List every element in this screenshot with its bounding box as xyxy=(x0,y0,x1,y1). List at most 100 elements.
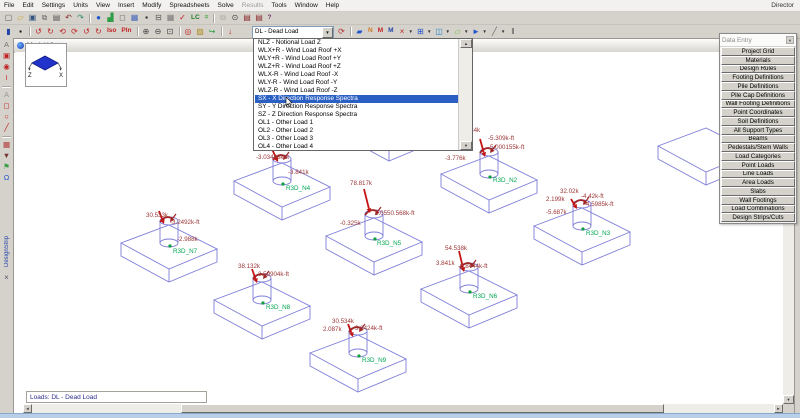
beam-chart-icon[interactable]: ▟ xyxy=(105,13,116,24)
scroll-down-icon[interactable]: ▼ xyxy=(783,395,794,404)
data-entry-design-rules[interactable]: Design Rules xyxy=(721,65,795,74)
data-entry-titlebar[interactable]: Data Entry ▼ xyxy=(720,34,796,47)
equals-icon[interactable]: = xyxy=(203,13,211,24)
clone-view-icon[interactable]: ↪ xyxy=(207,26,218,37)
moment-x-icon[interactable]: M xyxy=(376,26,385,37)
design-cut-icon[interactable]: × xyxy=(4,273,9,282)
pencil-menu-icon[interactable]: ╱ xyxy=(489,26,500,37)
load-case-option[interactable]: WLY+R - Wind Load Roof +Y xyxy=(255,55,459,63)
data-entry-load-combinations[interactable]: Load Combinations xyxy=(721,205,795,214)
menu-spreadsheets[interactable]: Spreadsheets xyxy=(165,2,213,9)
zoom-window-icon[interactable]: ⊡ xyxy=(165,26,176,37)
new-file-icon[interactable]: ▢ xyxy=(3,13,14,24)
manual-book-icon[interactable]: ▤ xyxy=(253,13,264,24)
data-entry-all-support-types[interactable]: All Support Types xyxy=(721,126,795,135)
node-label-icon[interactable]: N xyxy=(366,26,375,37)
dimension-menu-icon-caret[interactable]: ▼ xyxy=(445,29,449,34)
pointer-menu-icon-caret[interactable]: ▼ xyxy=(482,29,486,34)
rotate-down-icon[interactable]: ⟳ xyxy=(69,26,80,37)
apply-loads-icon[interactable]: ↓ xyxy=(225,26,236,37)
moment-z-icon[interactable]: M xyxy=(386,26,395,37)
data-entry-wall-footings[interactable]: Wall Footings xyxy=(721,196,795,205)
data-entry-pile-cap-definitions[interactable]: Pile Cap Definitions xyxy=(721,91,795,100)
zoom-in-icon[interactable]: ⊕ xyxy=(141,26,152,37)
design-strip-vertical-label[interactable]: DesignStrip xyxy=(4,236,10,267)
annotate-text-icon[interactable]: A xyxy=(1,40,12,50)
menu-edit[interactable]: Edit xyxy=(18,2,37,9)
data-entry-area-loads[interactable]: Area Loads xyxy=(721,178,795,187)
modify-pedestal-icon[interactable]: ○ xyxy=(1,112,12,122)
render-view-icon[interactable]: ▪ xyxy=(141,13,152,24)
load-case-option[interactable]: WLX-R - Wind Load Roof -X xyxy=(255,71,459,79)
data-entry-wall-footing-definitions[interactable]: Wall Footing Definitions xyxy=(721,100,795,109)
solve-check-icon[interactable]: ✓ xyxy=(177,13,188,24)
menu-insert[interactable]: Insert xyxy=(114,2,138,9)
load-case-option[interactable]: OL1 - Other Load 1 xyxy=(255,119,459,127)
data-entry-materials[interactable]: Materials xyxy=(721,56,795,65)
open-folder-icon[interactable]: ▱ xyxy=(15,13,26,24)
copy-disabled-icon[interactable]: ⧉ xyxy=(217,13,228,24)
snapshot-icon[interactable]: ▪ xyxy=(15,26,26,37)
plan-view-button[interactable]: Pln xyxy=(119,26,133,37)
menu-view[interactable]: View xyxy=(92,2,114,9)
modify-footing-icon[interactable]: ◻ xyxy=(1,101,12,111)
menu-units[interactable]: Units xyxy=(69,2,92,9)
combobox-arrow-icon[interactable]: ▼ xyxy=(322,27,333,38)
spin-cw-icon[interactable]: ↻ xyxy=(93,26,104,37)
solve-lc-icon[interactable]: LC xyxy=(189,13,202,24)
data-entry-load-categories[interactable]: Load Categories xyxy=(721,152,795,161)
scroll-left-icon[interactable]: ◄ xyxy=(23,404,32,413)
load-case-option[interactable]: NLZ - Notional Load Z xyxy=(255,39,459,47)
pointer-menu-icon[interactable]: ► xyxy=(470,26,481,37)
menu-settings[interactable]: Settings xyxy=(38,2,70,9)
help-icon[interactable]: ? xyxy=(265,13,273,24)
save-icon[interactable]: ▣ xyxy=(27,13,38,24)
code-book-icon[interactable]: ▤ xyxy=(241,13,252,24)
spin-ccw-icon[interactable]: ↺ xyxy=(81,26,92,37)
dropdown-scroll-down-icon[interactable]: ▼ xyxy=(460,141,472,150)
modify-text-icon[interactable]: A xyxy=(1,90,12,100)
selection-box-icon[interactable]: ◻ xyxy=(117,13,128,24)
unlock-icon[interactable]: Ω xyxy=(1,173,12,183)
load-case-option[interactable]: OL2 - Other Load 2 xyxy=(255,127,459,135)
zoom-out-icon[interactable]: ⊖ xyxy=(153,26,164,37)
refresh-loads-icon[interactable]: ⟳ xyxy=(336,26,347,37)
data-entry-design-strips-cuts[interactable]: Design Strips/Cuts xyxy=(721,213,795,222)
window-menu-icon-caret[interactable]: ▼ xyxy=(427,29,431,34)
window-menu-icon[interactable]: ⊞ xyxy=(415,26,426,37)
draw-beam-icon[interactable]: ≀ xyxy=(1,73,12,83)
load-case-option[interactable]: WLX+R - Wind Load Roof +X xyxy=(255,47,459,55)
dimension-menu-icon[interactable]: ◫ xyxy=(433,26,444,37)
draw-pedestal-icon[interactable]: ◉ xyxy=(1,62,12,72)
pencil-menu-icon-caret[interactable]: ▼ xyxy=(501,29,505,34)
rotate-right-icon[interactable]: ↻ xyxy=(45,26,56,37)
menu-solve[interactable]: Solve xyxy=(214,2,238,9)
menu-file[interactable]: File xyxy=(0,2,18,9)
menu-tools[interactable]: Tools xyxy=(267,2,290,9)
full-redraw-icon[interactable]: ◎ xyxy=(183,26,194,37)
copy-icon[interactable]: ⧉ xyxy=(39,13,50,24)
paintbrush-icon[interactable]: ▰ xyxy=(354,26,365,37)
globe-icon[interactable]: ● xyxy=(93,13,104,24)
edit-notepad-icon[interactable]: ▨ xyxy=(195,26,206,37)
soil-region-icon[interactable]: ▼ xyxy=(1,151,12,161)
support-flag-icon[interactable]: ⚑ xyxy=(1,162,12,172)
menu-help[interactable]: Help xyxy=(322,2,343,9)
dropdown-scrollbar[interactable]: ▲ ▼ xyxy=(458,39,472,150)
grid-view-icon[interactable]: ▦ xyxy=(129,13,140,24)
data-entry-slabs[interactable]: Slabs xyxy=(721,187,795,196)
data-entry-beams[interactable]: Beams xyxy=(721,135,795,144)
data-entry-footing-definitions[interactable]: Footing Definitions xyxy=(721,73,795,82)
panel-collapse-icon[interactable]: ▼ xyxy=(786,36,794,44)
redo-icon[interactable]: ↷ xyxy=(75,13,86,24)
data-entry-line-loads[interactable]: Line Loads xyxy=(721,170,795,179)
modify-beam-icon[interactable]: ╱ xyxy=(1,123,12,133)
data-entry-point-coordinates[interactable]: Point Coordinates xyxy=(721,108,795,117)
draw-footing-icon[interactable]: ▣ xyxy=(1,51,12,61)
rotate-up-icon[interactable]: ⟲ xyxy=(57,26,68,37)
print-icon[interactable]: ▤ xyxy=(51,13,62,24)
menu-window[interactable]: Window xyxy=(291,2,322,9)
menu-modify[interactable]: Modify xyxy=(138,2,165,9)
load-case-option[interactable]: WLZ-R - Wind Load Roof -Z xyxy=(255,87,459,95)
load-case-option[interactable]: WLZ+R - Wind Load Roof +Z xyxy=(255,63,459,71)
